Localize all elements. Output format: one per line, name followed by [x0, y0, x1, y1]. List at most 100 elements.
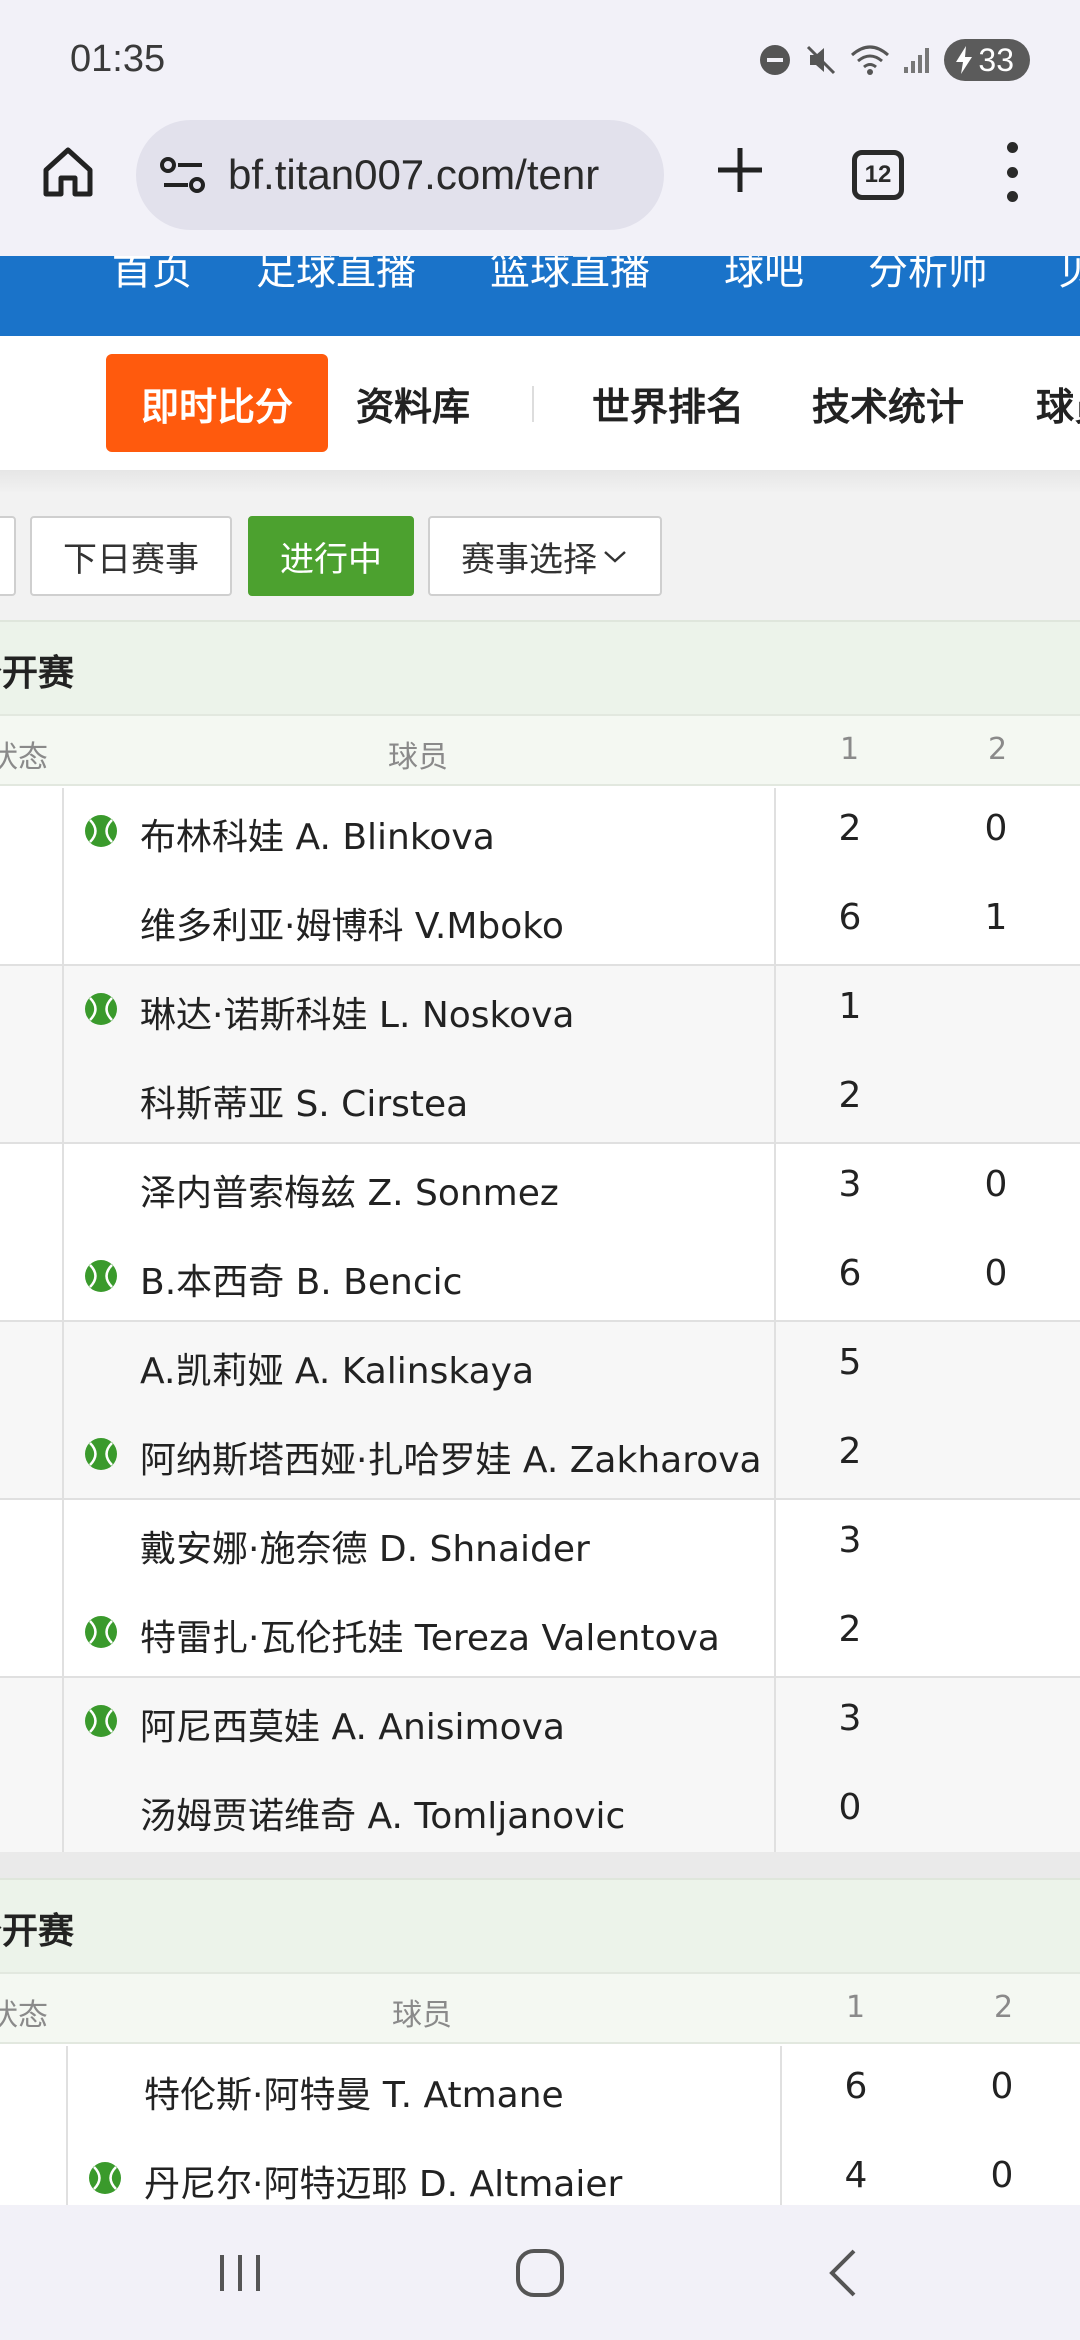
- set2-score: 0: [984, 1253, 1008, 1294]
- tab-world-rank[interactable]: 世界排名: [592, 354, 744, 452]
- live-button[interactable]: 进行中: [248, 516, 414, 596]
- tennis-ball-icon: [84, 814, 118, 848]
- tab-tech-stats[interactable]: 技术统计: [812, 354, 964, 452]
- charging-icon: [956, 46, 973, 74]
- match-row[interactable]: 泽内普索梅兹 Z. Sonmez 3 0 B.本西奇 B. Bencic 6 0: [0, 1144, 1080, 1322]
- event-select-label: 赛事选择: [461, 539, 597, 580]
- player-name: 琳达·诺斯科娃 L. Noskova: [140, 995, 575, 1036]
- col-set1: 1: [846, 1990, 866, 2025]
- nav-item-home[interactable]: 首页: [112, 256, 192, 296]
- set2-score: 0: [990, 2066, 1014, 2107]
- nav-item-forum[interactable]: 球吧: [724, 256, 804, 296]
- set1-score: 1: [838, 986, 862, 1027]
- address-bar[interactable]: bf.titan007.com/tenr: [136, 120, 664, 230]
- tabs-icon[interactable]: 12: [852, 150, 904, 200]
- match-row[interactable]: 布林科娃 A. Blinkova 2 0 维多利亚·姆博科 V.Mboko 6 1: [0, 788, 1080, 966]
- plus-icon[interactable]: [710, 140, 770, 200]
- player-name: 汤姆贾诺维奇 A. Tomljanovic: [140, 1796, 626, 1837]
- dnd-icon: [760, 45, 791, 75]
- column-header: 状态 球员 1 2: [0, 714, 1080, 786]
- status-time: 01:35: [70, 38, 166, 80]
- col-status: 状态: [0, 740, 48, 775]
- site-settings-icon[interactable]: [160, 155, 206, 195]
- battery-level: 33: [978, 41, 1014, 78]
- site-top-nav: 首页 足球直播 篮球直播 球吧 分析师 贝: [0, 256, 1080, 336]
- tab-more[interactable]: 球员: [1036, 354, 1080, 452]
- col-player: 球员: [388, 740, 448, 775]
- filter-bar: 下日赛事 进行中 赛事选择: [0, 492, 1080, 620]
- col-set1: 1: [840, 732, 860, 767]
- set1-score: 6: [838, 1253, 862, 1294]
- battery-indicator: 33: [944, 39, 1030, 81]
- player-row: 琳达·诺斯科娃 L. Noskova 1: [0, 966, 1080, 1055]
- mute-icon: [807, 45, 836, 75]
- chevron-down-icon: [604, 551, 626, 563]
- tennis-ball-icon: [84, 1704, 118, 1738]
- home-icon[interactable]: [38, 142, 98, 202]
- set2-score: 0: [990, 2155, 1014, 2196]
- player-row: 汤姆贾诺维奇 A. Tomljanovic 0: [0, 1767, 1080, 1856]
- match-row[interactable]: 戴安娜·施奈德 D. Shnaider 3 特雷扎·瓦伦托娃 Tereza Vale…: [0, 1500, 1080, 1678]
- set1-score: 0: [838, 1787, 862, 1828]
- player-name: 戴安娜·施奈德 D. Shnaider: [140, 1529, 590, 1570]
- recent-apps-icon[interactable]: [212, 2245, 268, 2301]
- col-player: 球员: [392, 1998, 452, 2033]
- match-row[interactable]: 阿尼西莫娃 A. Anisimova 3 汤姆贾诺维奇 A. Tomljanovic…: [0, 1678, 1080, 1856]
- player-name: 维多利亚·姆博科 V.Mboko: [140, 906, 564, 947]
- player-row: B.本西奇 B. Bencic 6 0: [0, 1233, 1080, 1322]
- col-status: 状态: [0, 1998, 48, 2033]
- wifi-icon: [851, 45, 890, 75]
- set1-score: 2: [838, 808, 862, 849]
- prev-day-button[interactable]: [0, 516, 16, 596]
- player-name: A.凯莉娅 A. Kalinskaya: [140, 1351, 535, 1392]
- nav-item-football[interactable]: 足球直播: [256, 256, 416, 296]
- player-row: 阿尼西莫娃 A. Anisimova 3: [0, 1678, 1080, 1767]
- tab-count: 12: [864, 161, 892, 188]
- player-name: B.本西奇 B. Bencic: [140, 1262, 463, 1303]
- tournament-title: 公开赛: [0, 653, 75, 694]
- player-row: 戴安娜·施奈德 D. Shnaider 3: [0, 1500, 1080, 1589]
- tennis-ball-icon: [84, 1437, 118, 1471]
- player-name: 阿纳斯塔西娅·扎哈罗娃 A. Zakharova: [140, 1440, 762, 1481]
- set1-score: 6: [844, 2066, 868, 2107]
- player-name: 布林科娃 A. Blinkova: [140, 817, 495, 858]
- set1-score: 5: [838, 1342, 862, 1383]
- tennis-ball-icon: [84, 1615, 118, 1649]
- player-row: 泽内普索梅兹 Z. Sonmez 3 0: [0, 1144, 1080, 1233]
- main-tab-bar: 即时比分 资料库 世界排名 技术统计 球员: [0, 336, 1080, 470]
- tournament-title: 公开赛: [0, 1911, 75, 1952]
- tab-live-score[interactable]: 即时比分: [106, 354, 328, 452]
- home-nav-icon[interactable]: [512, 2245, 568, 2301]
- tab-library[interactable]: 资料库: [356, 354, 470, 452]
- tennis-ball-icon: [84, 992, 118, 1026]
- tennis-ball-icon: [84, 1259, 118, 1293]
- nav-item-basketball[interactable]: 篮球直播: [490, 256, 650, 296]
- match-row[interactable]: 特伦斯·阿特曼 T. Atmane 6 0 丹尼尔·阿特迈耶 D. Altmaier 4…: [0, 2046, 1080, 2224]
- tournament-header: 公开赛: [0, 620, 1080, 716]
- more-vert-icon[interactable]: [1000, 142, 1024, 202]
- match-row[interactable]: A.凯莉娅 A. Kalinskaya 5 阿纳斯塔西娅·扎哈罗娃 A. Zakha…: [0, 1322, 1080, 1500]
- section-gap: [0, 1852, 1080, 1878]
- set1-score: 6: [838, 897, 862, 938]
- player-row: 阿纳斯塔西娅·扎哈罗娃 A. Zakharova 2: [0, 1411, 1080, 1500]
- next-day-button[interactable]: 下日赛事: [30, 516, 232, 596]
- status-icons: 33: [758, 38, 1030, 82]
- player-name: 特伦斯·阿特曼 T. Atmane: [144, 2075, 564, 2116]
- player-name: 阿尼西莫娃 A. Anisimova: [140, 1707, 565, 1748]
- browser-toolbar: bf.titan007.com/tenr 12: [0, 120, 1080, 256]
- match-row[interactable]: 琳达·诺斯科娃 L. Noskova 1 科斯蒂亚 S. Cirstea 2: [0, 966, 1080, 1144]
- back-icon[interactable]: [818, 2245, 874, 2301]
- set2-score: 0: [984, 1164, 1008, 1205]
- player-name: 特雷扎·瓦伦托娃 Tereza Valentova: [140, 1618, 720, 1659]
- url-text[interactable]: bf.titan007.com/tenr: [228, 151, 648, 199]
- nav-item-analyst[interactable]: 分析师: [868, 256, 988, 296]
- set1-score: 3: [838, 1698, 862, 1739]
- set1-score: 3: [838, 1520, 862, 1561]
- nav-item-more[interactable]: 贝: [1058, 256, 1080, 296]
- set1-score: 4: [844, 2155, 868, 2196]
- column-header: 状态 球员 1 2: [0, 1972, 1080, 2044]
- event-select-button[interactable]: 赛事选择: [428, 516, 662, 596]
- set1-score: 3: [838, 1164, 862, 1205]
- player-name: 泽内普索梅兹 Z. Sonmez: [140, 1173, 559, 1214]
- player-name: 科斯蒂亚 S. Cirstea: [140, 1084, 469, 1125]
